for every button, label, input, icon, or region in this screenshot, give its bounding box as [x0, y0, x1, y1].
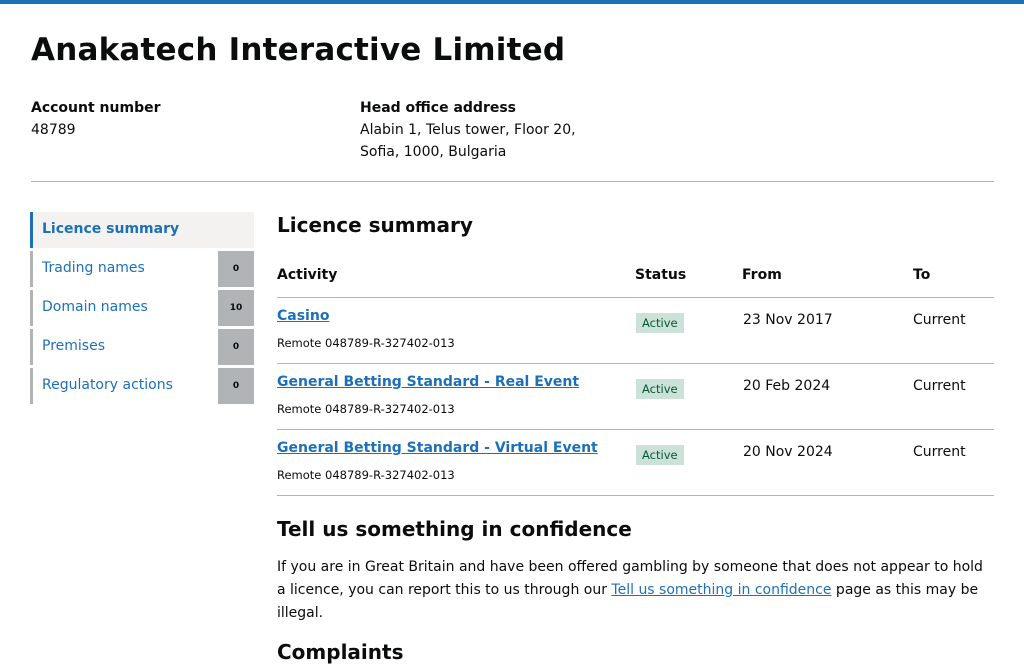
- sidebar-item-label: Regulatory actions: [42, 377, 173, 393]
- status-badge: Active: [636, 313, 684, 333]
- licence-summary-heading: Licence summary: [277, 213, 473, 237]
- page-title: Anakatech Interactive Limited: [31, 32, 566, 68]
- sidebar-item-trading-names[interactable]: Trading names 0: [30, 251, 254, 287]
- table-row: General Betting Standard - Real Event Re…: [277, 364, 994, 430]
- address-line-1: Alabin 1, Telus tower, Floor 20,: [360, 122, 576, 138]
- count-badge: 0: [218, 251, 254, 287]
- table-header: Activity Status From To: [277, 267, 994, 298]
- column-header-status: Status: [635, 267, 687, 283]
- to-date: Current: [913, 444, 966, 460]
- side-navigation: Licence summary Trading names 0 Domain n…: [30, 212, 254, 407]
- count-badge: 0: [218, 368, 254, 404]
- table-row: Casino Remote 048789-R-327402-013 Active…: [277, 298, 994, 364]
- column-header-activity: Activity: [277, 267, 338, 283]
- from-date: 23 Nov 2017: [743, 312, 833, 328]
- count-badge: 0: [218, 329, 254, 365]
- sidebar-item-label: Premises: [42, 338, 105, 354]
- from-date: 20 Feb 2024: [743, 378, 831, 394]
- licence-reference: Remote 048789-R-327402-013: [277, 336, 455, 350]
- activity-link[interactable]: General Betting Standard - Real Event: [277, 374, 579, 390]
- status-badge: Active: [636, 445, 684, 465]
- to-date: Current: [913, 312, 966, 328]
- sidebar-item-premises[interactable]: Premises 0: [30, 329, 254, 365]
- complaints-heading: Complaints: [277, 640, 404, 664]
- licence-table: Activity Status From To Casino Remote 04…: [277, 267, 994, 496]
- sidebar-item-label: Domain names: [42, 299, 148, 315]
- confidence-paragraph: If you are in Great Britain and have bee…: [277, 556, 994, 625]
- account-number-value: 48789: [31, 122, 76, 138]
- status-badge: Active: [636, 379, 684, 399]
- confidence-heading: Tell us something in confidence: [277, 517, 632, 541]
- licence-reference: Remote 048789-R-327402-013: [277, 402, 455, 416]
- address-line-2: Sofia, 1000, Bulgaria: [360, 144, 507, 160]
- top-accent-bar: [0, 0, 1024, 4]
- account-number-label: Account number: [31, 100, 161, 116]
- activity-link[interactable]: Casino: [277, 308, 329, 324]
- table-row: General Betting Standard - Virtual Event…: [277, 430, 994, 496]
- activity-link[interactable]: General Betting Standard - Virtual Event: [277, 440, 598, 456]
- sidebar-item-label: Licence summary: [42, 221, 180, 237]
- section-divider: [31, 181, 994, 182]
- sidebar-item-domain-names[interactable]: Domain names 10: [30, 290, 254, 326]
- to-date: Current: [913, 378, 966, 394]
- sidebar-item-label: Trading names: [42, 260, 145, 276]
- head-office-address-label: Head office address: [360, 100, 517, 116]
- column-header-to: To: [913, 267, 931, 283]
- count-badge: 10: [218, 290, 254, 326]
- head-office-address-block: Head office address Alabin 1, Telus towe…: [360, 97, 576, 163]
- account-number-block: Account number 48789: [31, 97, 161, 141]
- sidebar-item-regulatory-actions[interactable]: Regulatory actions 0: [30, 368, 254, 404]
- tell-us-link[interactable]: Tell us something in confidence: [611, 582, 831, 598]
- column-header-from: From: [742, 267, 782, 283]
- sidebar-item-licence-summary[interactable]: Licence summary: [30, 212, 254, 248]
- from-date: 20 Nov 2024: [743, 444, 833, 460]
- licence-reference: Remote 048789-R-327402-013: [277, 468, 455, 482]
